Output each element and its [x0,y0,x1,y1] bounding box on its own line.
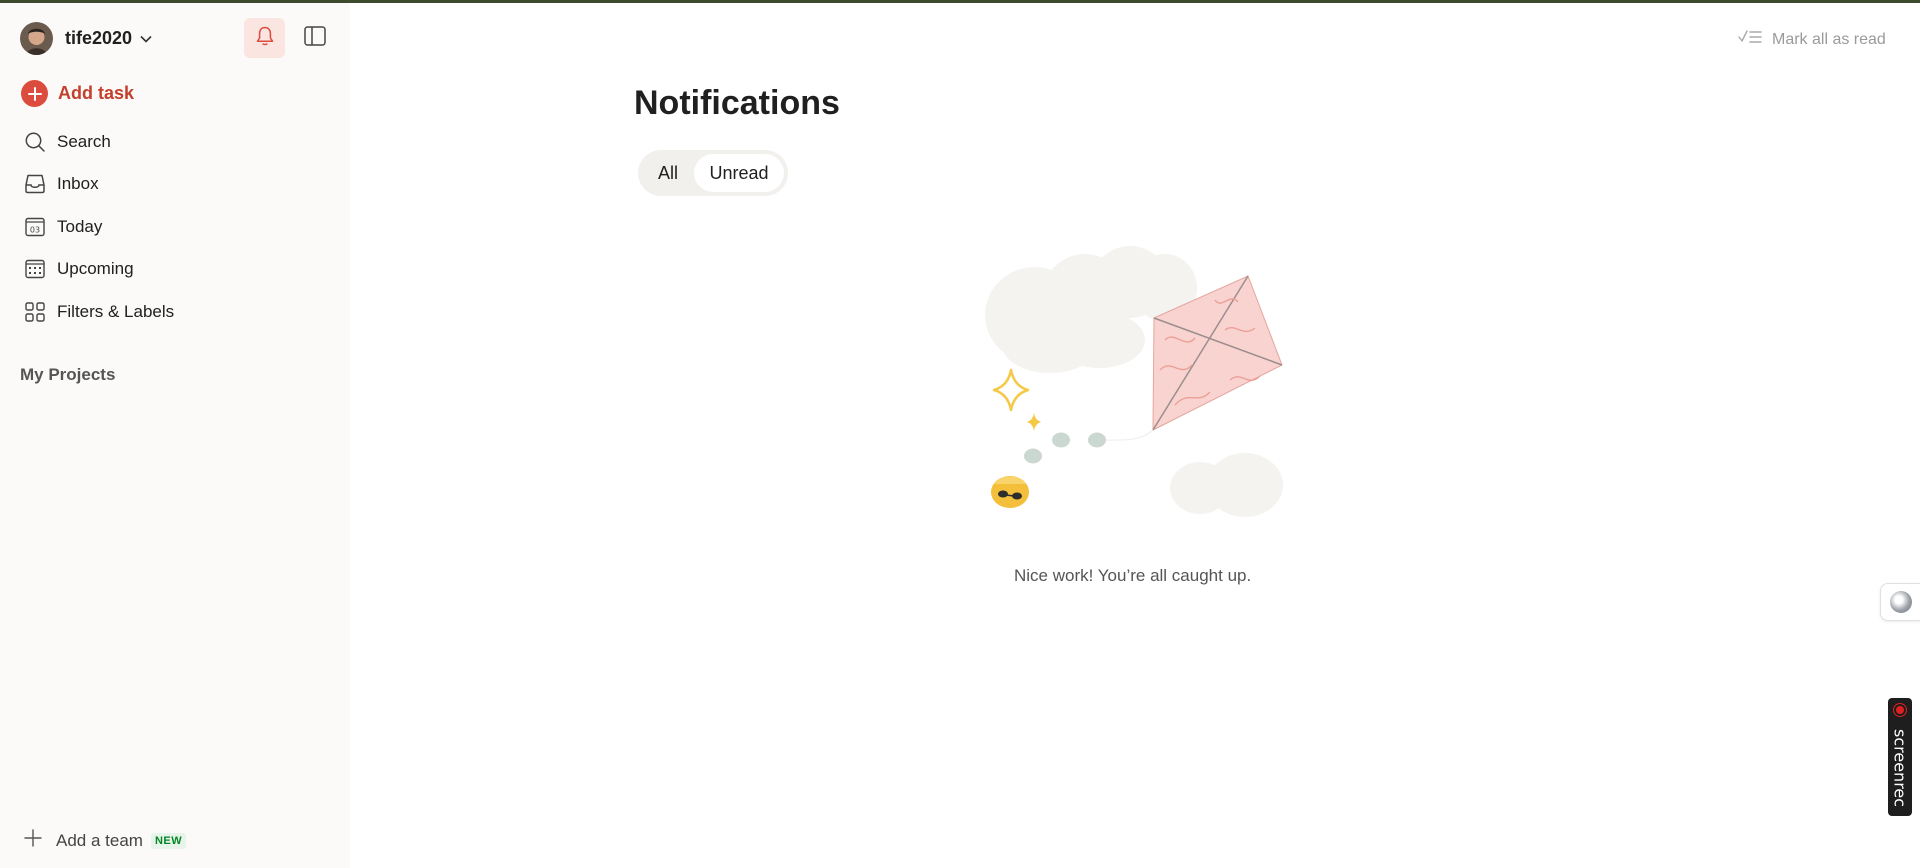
search-icon [24,131,54,153]
sidebar-panel-icon [304,25,326,51]
calendar-today-icon: 03 [24,216,54,238]
sidebar-item-today[interactable]: 03 Today [20,210,340,244]
page-title: Notifications [634,84,840,122]
sidebar-item-label: Today [57,217,103,236]
notification-filter-tabs: All Unread [638,150,788,196]
tab-all[interactable]: All [642,154,694,192]
account-menu[interactable]: tife2020 [20,22,152,55]
add-team-button[interactable]: Add a team NEW [24,829,187,852]
bell-icon [255,25,275,52]
account-username: tife2020 [65,28,133,48]
my-projects-link[interactable]: My Projects [20,365,115,385]
add-task-label: Add task [58,83,135,103]
chevron-down-icon [140,35,152,43]
sidebar-item-filters-labels[interactable]: Filters & Labels [20,295,340,329]
new-badge: NEW [150,832,187,849]
add-task-button[interactable]: Add task [21,80,134,107]
notifications-button[interactable] [244,18,285,58]
sidebar-item-search[interactable]: Search [20,125,340,159]
floating-assistant-button[interactable] [1880,583,1920,621]
inbox-icon [24,173,54,195]
assistant-orb-icon [1889,591,1912,613]
plus-circle-icon [21,80,48,107]
check-list-icon [1738,28,1762,51]
sidebar-item-label: Search [57,132,111,151]
sidebar-item-inbox[interactable]: Inbox [20,167,340,201]
sidebar-item-label: Filters & Labels [57,302,175,321]
sidebar-item-label: Upcoming [57,259,134,278]
sidebar-item-upcoming[interactable]: Upcoming [20,252,340,286]
mark-all-as-read-button[interactable]: Mark all as read [1738,28,1886,51]
sidebar: tife2020 Add task Search Inbox 03 Today … [0,0,350,868]
avatar [20,22,53,55]
screen-recorder-widget[interactable]: screenrec [1888,698,1912,816]
window-top-border [0,0,1920,3]
kite-clouds-illustration [985,246,1283,517]
calendar-grid-icon [24,258,54,280]
record-icon [1894,704,1906,716]
tab-unread[interactable]: Unread [694,154,784,192]
screen-recorder-label: screenrec [1890,728,1910,808]
empty-state-message: Nice work! You’re all caught up. [1014,566,1252,585]
sidebar-item-label: Inbox [57,174,99,193]
toggle-sidebar-button[interactable] [298,18,332,58]
filters-grid-icon [24,301,54,323]
mark-all-as-read-label: Mark all as read [1772,30,1886,48]
add-team-label: Add a team [56,830,143,850]
plus-icon [24,829,42,852]
svg-text:03: 03 [30,226,40,235]
